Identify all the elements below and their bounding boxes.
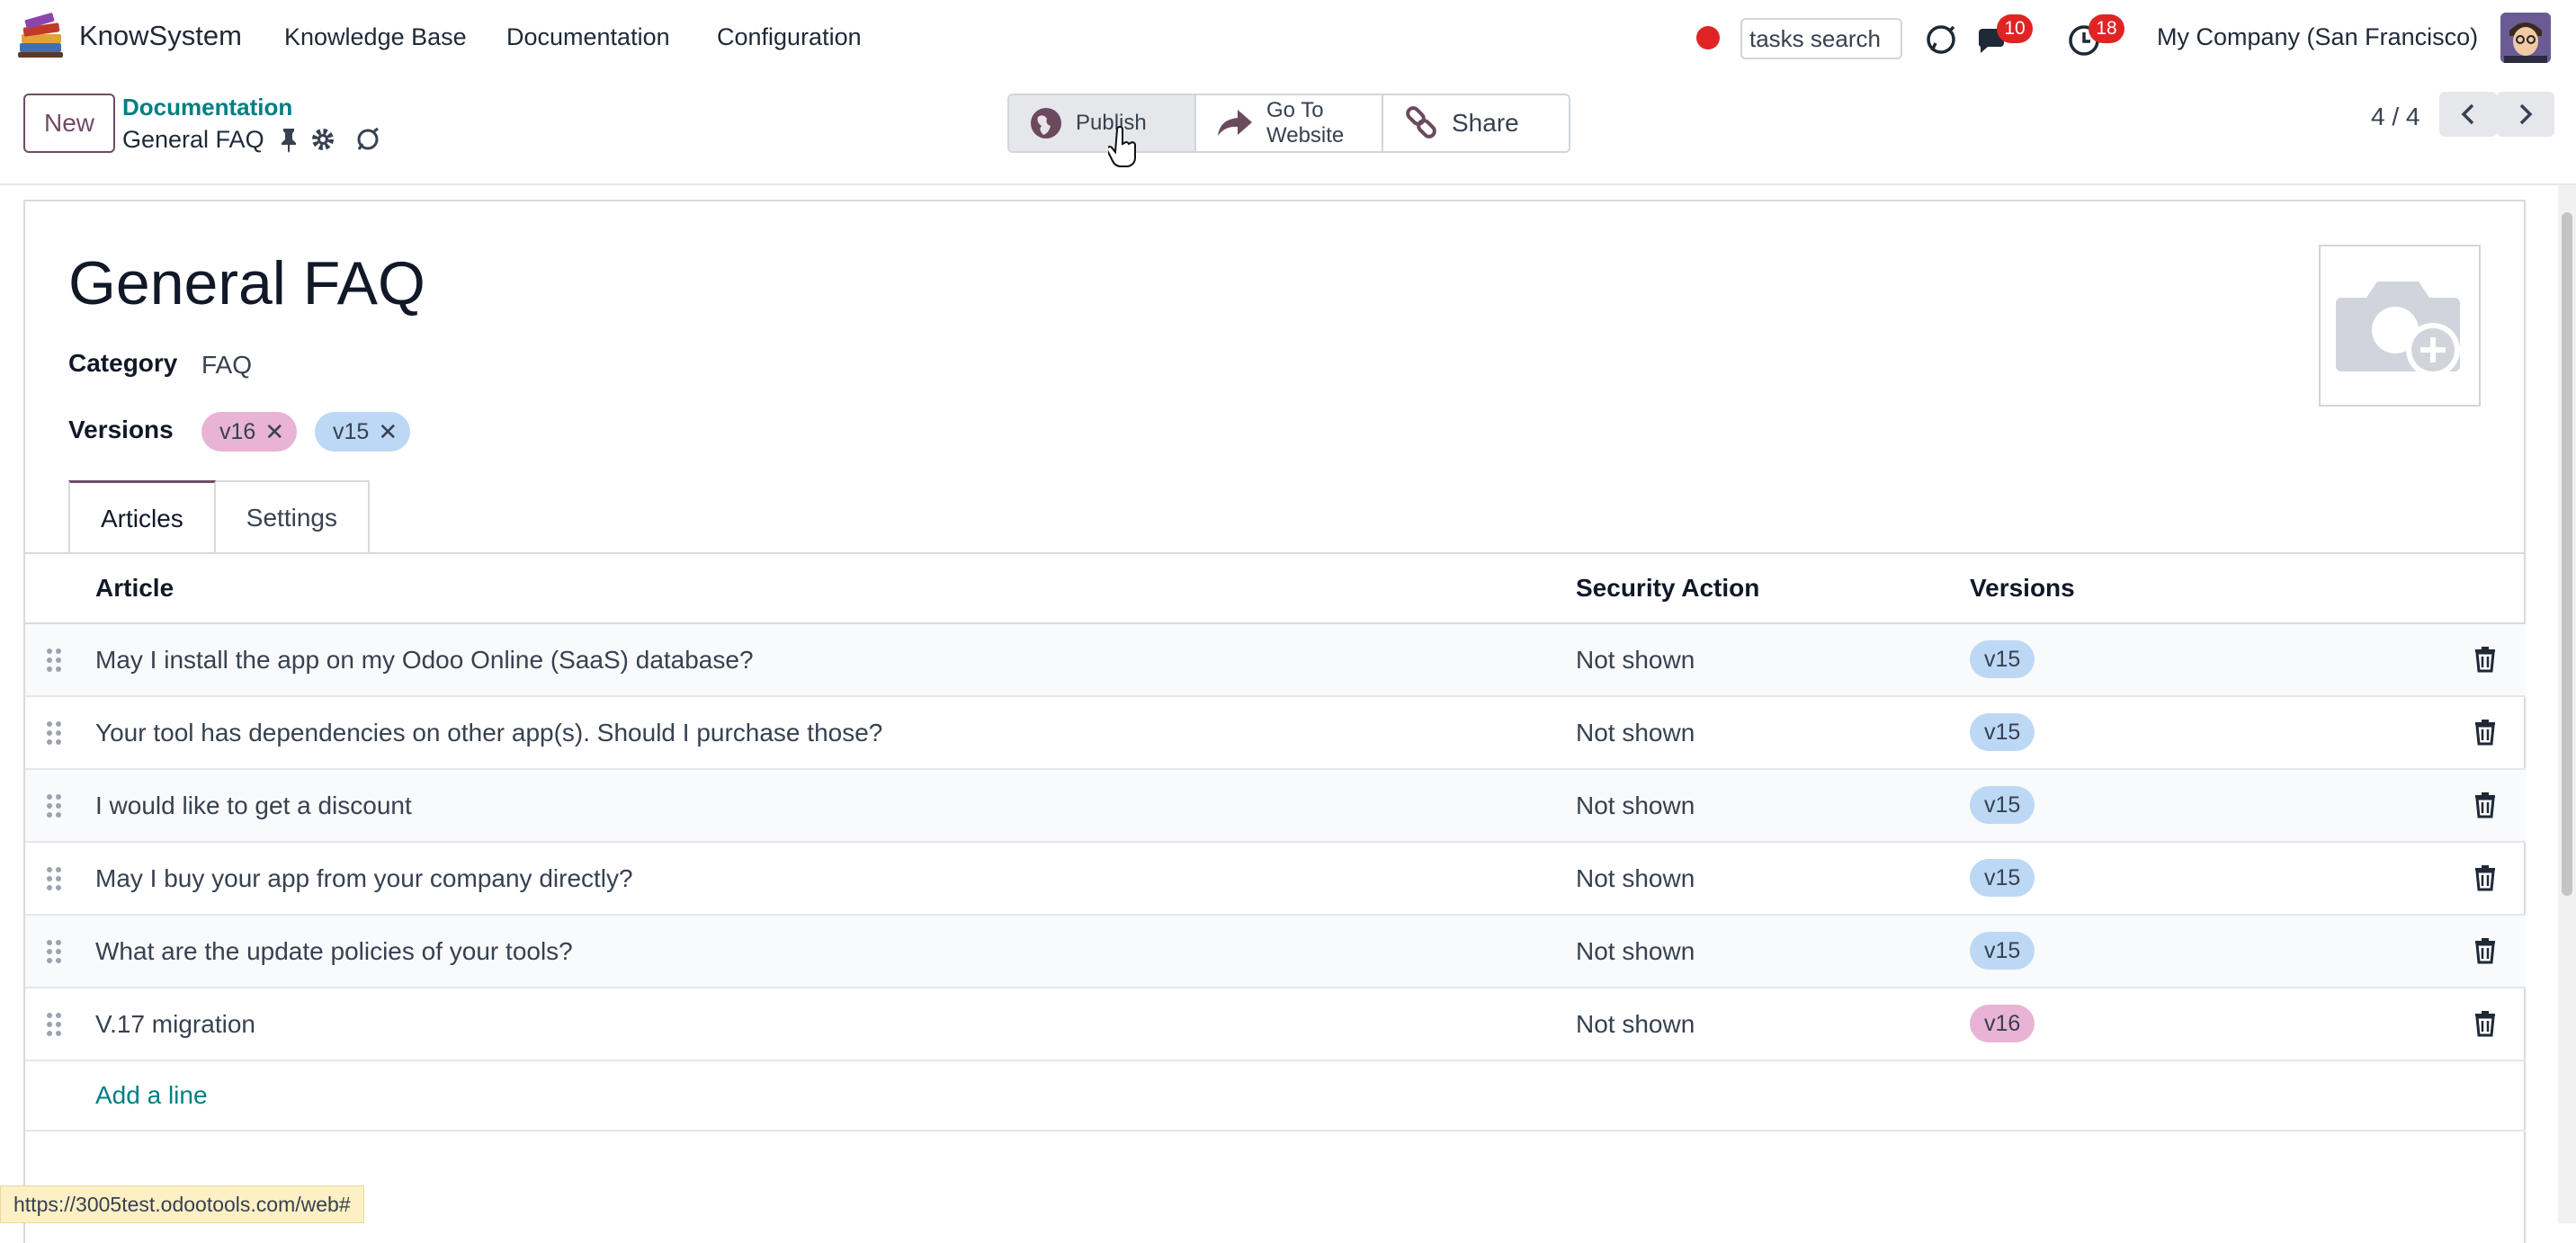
chevron-right-icon bbox=[2519, 103, 2533, 125]
tab-articles[interactable]: Articles bbox=[68, 480, 216, 554]
version-tag-cell[interactable]: v15 bbox=[1970, 932, 2035, 970]
app-name[interactable]: KnowSystem bbox=[79, 20, 242, 52]
table-row[interactable]: I would like to get a discount Not shown v… bbox=[25, 770, 2526, 843]
table-header: Article Security Action Versions bbox=[25, 554, 2526, 624]
article-cell[interactable]: I would like to get a discount bbox=[95, 791, 412, 820]
go-to-website-label: Go To Website bbox=[1266, 98, 1345, 148]
table-body: May I install the app on my Odoo Online … bbox=[25, 624, 2526, 1061]
version-tag-cell[interactable]: v16 bbox=[1970, 1005, 2035, 1042]
remove-tag-icon[interactable]: ✕ bbox=[378, 418, 398, 446]
gear-icon[interactable] bbox=[309, 126, 336, 153]
articles-table: Article Security Action Versions May I i… bbox=[25, 554, 2526, 1131]
add-line-row: Add a line bbox=[25, 1061, 2526, 1131]
camera-plus-icon bbox=[2336, 282, 2460, 377]
table-row[interactable]: May I install the app on my Odoo Online … bbox=[25, 624, 2526, 697]
menu-documentation[interactable]: Documentation bbox=[506, 23, 670, 51]
trash-icon[interactable] bbox=[2473, 937, 2497, 964]
drag-handle-icon[interactable] bbox=[43, 646, 65, 675]
trash-icon[interactable] bbox=[2473, 791, 2497, 818]
status-bar-url: https://3005test.odootools.com/web# bbox=[0, 1185, 364, 1223]
discuss-icon[interactable] bbox=[1925, 23, 1957, 56]
version-tag-cell[interactable]: v15 bbox=[1970, 786, 2035, 824]
article-cell[interactable]: What are the update policies of your too… bbox=[95, 937, 573, 966]
article-cell[interactable]: May I install the app on my Odoo Online … bbox=[95, 646, 754, 675]
pager-previous-button[interactable] bbox=[2439, 92, 2497, 137]
scrollbar-thumb[interactable] bbox=[2562, 212, 2572, 896]
company-switcher[interactable]: My Company (San Francisco) bbox=[2157, 23, 2478, 51]
drag-handle-icon[interactable] bbox=[43, 864, 65, 893]
security-action-cell[interactable]: Not shown bbox=[1576, 1010, 1695, 1039]
record-indicator[interactable] bbox=[1696, 26, 1720, 49]
trash-icon[interactable] bbox=[2473, 1010, 2497, 1037]
menu-configuration[interactable]: Configuration bbox=[717, 23, 862, 51]
article-cell[interactable]: Your tool has dependencies on other app(… bbox=[95, 719, 882, 747]
hand-cursor-icon bbox=[1108, 126, 1136, 167]
pin-icon[interactable] bbox=[275, 126, 302, 153]
notebook-tabs: Articles Settings bbox=[68, 480, 370, 554]
security-action-cell[interactable]: Not shown bbox=[1576, 791, 1695, 820]
version-tag-cell[interactable]: v15 bbox=[1970, 640, 2035, 678]
article-cell[interactable]: V.17 migration bbox=[95, 1010, 255, 1039]
drag-handle-icon[interactable] bbox=[43, 1010, 65, 1039]
trash-icon[interactable] bbox=[2473, 864, 2497, 891]
security-action-cell[interactable]: Not shown bbox=[1576, 864, 1695, 893]
activities-count-badge: 18 bbox=[2089, 14, 2124, 43]
breadcrumb-current: General FAQ bbox=[122, 126, 264, 153]
pager-value[interactable]: 4 / 4 bbox=[2371, 103, 2419, 131]
drag-handle-icon[interactable] bbox=[43, 791, 65, 820]
category-label: Category bbox=[68, 349, 178, 377]
record-title[interactable]: General FAQ bbox=[68, 248, 425, 318]
table-row[interactable]: Your tool has dependencies on other app(… bbox=[25, 697, 2526, 770]
add-line-link[interactable]: Add a line bbox=[95, 1081, 208, 1110]
column-security-action[interactable]: Security Action bbox=[1576, 574, 1759, 603]
globe-icon bbox=[1031, 108, 1061, 139]
drag-handle-icon[interactable] bbox=[43, 719, 65, 747]
tasks-search-input[interactable] bbox=[1740, 18, 1902, 59]
publish-button[interactable]: Publish bbox=[1009, 95, 1196, 151]
pager-next-button[interactable] bbox=[2497, 92, 2554, 137]
version-tag-cell[interactable]: v15 bbox=[1970, 713, 2035, 751]
table-row[interactable]: May I buy your app from your company dir… bbox=[25, 843, 2526, 916]
new-button[interactable]: New bbox=[23, 94, 115, 153]
table-row[interactable]: What are the update policies of your too… bbox=[25, 916, 2526, 988]
go-to-website-button[interactable]: Go To Website bbox=[1196, 95, 1383, 151]
share-button[interactable]: Share bbox=[1383, 95, 1569, 151]
share-label: Share bbox=[1452, 109, 1519, 137]
link-icon bbox=[1406, 106, 1436, 139]
refresh-icon[interactable] bbox=[354, 126, 381, 153]
version-tag-v15[interactable]: v15 ✕ bbox=[315, 412, 411, 452]
security-action-cell[interactable]: Not shown bbox=[1576, 646, 1695, 675]
scrollbar[interactable] bbox=[2558, 185, 2576, 1223]
user-avatar[interactable] bbox=[2500, 13, 2551, 63]
user-face-icon bbox=[2500, 13, 2551, 63]
books-logo-icon[interactable] bbox=[16, 13, 67, 63]
trash-icon[interactable] bbox=[2473, 719, 2497, 746]
tab-settings[interactable]: Settings bbox=[215, 480, 370, 554]
remove-tag-icon[interactable]: ✕ bbox=[264, 418, 284, 446]
security-action-cell[interactable]: Not shown bbox=[1576, 719, 1695, 747]
share-arrow-icon bbox=[1218, 110, 1252, 136]
version-tag-label: v15 bbox=[333, 418, 370, 444]
drag-handle-icon[interactable] bbox=[43, 937, 65, 966]
article-cell[interactable]: May I buy your app from your company dir… bbox=[95, 864, 633, 893]
column-article[interactable]: Article bbox=[95, 574, 174, 603]
security-action-cell[interactable]: Not shown bbox=[1576, 937, 1695, 966]
table-row[interactable]: V.17 migration Not shown v16 bbox=[25, 988, 2526, 1061]
breadcrumb-documentation[interactable]: Documentation bbox=[122, 94, 292, 121]
version-tag-cell[interactable]: v15 bbox=[1970, 859, 2035, 897]
action-button-group: Publish Go To Website Share bbox=[1007, 94, 1570, 153]
control-panel: New Documentation General FAQ Publish Go… bbox=[0, 77, 2576, 185]
column-versions[interactable]: Versions bbox=[1970, 574, 2075, 603]
version-tag-label: v16 bbox=[219, 418, 256, 444]
messages-count-badge: 10 bbox=[1997, 14, 2033, 43]
form-sheet: General FAQ Category FAQ Versions v16 ✕ … bbox=[23, 200, 2526, 1243]
menu-knowledge-base[interactable]: Knowledge Base bbox=[284, 23, 467, 51]
version-tag-v16[interactable]: v16 ✕ bbox=[201, 412, 298, 452]
image-upload-placeholder[interactable] bbox=[2319, 245, 2481, 407]
versions-label: Versions bbox=[68, 416, 174, 443]
chevron-left-icon bbox=[2461, 103, 2474, 125]
top-navbar: KnowSystem Knowledge Base Documentation … bbox=[0, 0, 2576, 77]
trash-icon[interactable] bbox=[2473, 646, 2497, 673]
category-field[interactable]: FAQ bbox=[201, 351, 252, 380]
